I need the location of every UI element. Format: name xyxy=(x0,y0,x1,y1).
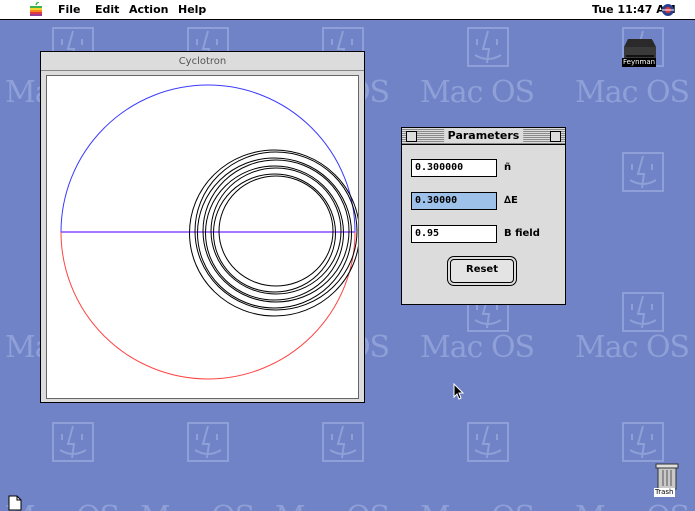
window-title: Parameters xyxy=(443,129,524,143)
happy-mac-pattern-icon xyxy=(467,422,509,462)
b-field-field[interactable]: 0.95 xyxy=(411,225,497,243)
trash-label: Trash xyxy=(654,488,675,497)
desktop-pattern-word: Mac OS xyxy=(575,500,690,511)
happy-mac-pattern-icon xyxy=(622,422,664,462)
happy-mac-pattern-icon xyxy=(187,422,229,462)
cyclotron-plot-area xyxy=(46,75,360,399)
desktop-pattern-word: Mac OS xyxy=(575,330,690,365)
orbit-ring xyxy=(213,173,336,293)
happy-mac-pattern-icon xyxy=(467,27,509,67)
orbit-ring xyxy=(210,167,342,295)
orbit-ring xyxy=(218,175,334,287)
collapse-box-icon[interactable] xyxy=(550,131,561,142)
window-title: Cyclotron xyxy=(178,56,227,67)
desktop-pattern-word: Mac OS xyxy=(140,500,255,511)
reset-button[interactable]: Reset xyxy=(450,259,514,283)
happy-mac-pattern-icon xyxy=(622,292,664,332)
lower-dee-arc xyxy=(60,231,356,380)
apple-menu-icon[interactable] xyxy=(29,2,43,17)
happy-mac-pattern-icon xyxy=(322,422,364,462)
cyclotron-plot xyxy=(60,84,360,380)
desktop-pattern-word: Mac OS xyxy=(275,500,390,511)
parameters-window[interactable]: Parameters 0.300000 ñ 0.30000 ∆E 0.95 B … xyxy=(401,127,566,305)
orbit-ring xyxy=(202,159,350,303)
drive-label: Feynman xyxy=(622,58,657,67)
desktop-pattern-word: Mac OS xyxy=(575,75,690,110)
delta-e-label: ∆E xyxy=(504,195,518,206)
menu-action[interactable]: Action xyxy=(129,3,168,16)
cyclotron-window[interactable]: Cyclotron xyxy=(40,51,365,403)
parameters-title-bar[interactable]: Parameters xyxy=(402,128,565,145)
menu-file[interactable]: File xyxy=(58,3,81,16)
delta-e-field[interactable]: 0.30000 xyxy=(411,192,497,210)
orbit-ring xyxy=(205,165,344,301)
mouse-pointer-icon xyxy=(453,383,465,400)
happy-mac-pattern-icon xyxy=(622,152,664,192)
menu-bar: File Edit Action Help Tue 11:47 AM xyxy=(0,0,695,20)
cyclotron-title-bar[interactable]: Cyclotron xyxy=(41,52,364,71)
happy-mac-pattern-icon xyxy=(52,422,94,462)
desktop-pattern-word: Mac OS xyxy=(5,500,120,511)
b-field-label: B field xyxy=(504,228,540,239)
application-menu-icon[interactable] xyxy=(660,2,676,18)
close-box-icon[interactable] xyxy=(406,131,417,142)
trash-icon[interactable] xyxy=(652,459,682,491)
desktop-pattern-word: Mac OS xyxy=(420,500,535,511)
particle-orbits xyxy=(189,149,360,317)
desktop-pattern-word: Mac OS xyxy=(420,75,535,110)
document-icon[interactable] xyxy=(8,495,22,511)
parameter-label-1: ñ xyxy=(504,162,512,173)
menu-help[interactable]: Help xyxy=(178,3,206,16)
desktop-pattern-word: Mac OS xyxy=(420,330,535,365)
parameter-field-1[interactable]: 0.300000 xyxy=(411,159,497,177)
menu-edit[interactable]: Edit xyxy=(95,3,119,16)
